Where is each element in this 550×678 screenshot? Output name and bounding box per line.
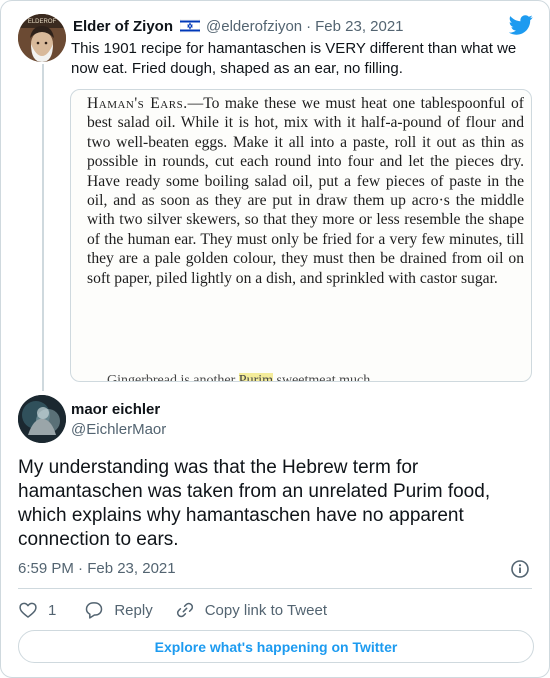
tweet-date[interactable]: Feb 23, 2021 bbox=[315, 18, 403, 35]
reply-label: Reply bbox=[114, 601, 153, 619]
recipe-body: —To make these we must heat one tablespo… bbox=[87, 95, 524, 287]
israel-flag-icon bbox=[179, 18, 201, 34]
info-icon[interactable] bbox=[510, 559, 530, 579]
reply-bubble-icon bbox=[86, 602, 103, 619]
tweet-actions-bar: 1 Reply Copy link to Tweet bbox=[18, 598, 327, 622]
author-handle[interactable]: @elderofziyon bbox=[206, 18, 302, 35]
cutoff-text-after: sweetmeat much bbox=[273, 373, 371, 382]
avatar-logo-text: ELDEROF bbox=[28, 19, 57, 25]
actions-divider bbox=[18, 588, 532, 589]
twitter-bird-icon[interactable] bbox=[508, 14, 533, 36]
reply-timestamp[interactable]: 6:59 PM · Feb 23, 2021 bbox=[18, 560, 176, 577]
reply-button[interactable]: Reply bbox=[84, 600, 153, 620]
recipe-title: Haman's Ears. bbox=[87, 95, 188, 112]
reply-author-handle[interactable]: @EichlerMaor bbox=[71, 421, 166, 438]
like-count: 1 bbox=[48, 601, 57, 619]
like-button[interactable]: 1 bbox=[18, 600, 56, 620]
copy-link-button[interactable]: Copy link to Tweet bbox=[175, 600, 327, 620]
tweet-media-recipe-scan[interactable]: Haman's Ears.—To make these we must heat… bbox=[70, 89, 532, 382]
avatar-maor-eichler[interactable] bbox=[18, 395, 66, 443]
link-icon bbox=[176, 602, 193, 618]
copy-link-label: Copy link to Tweet bbox=[204, 601, 327, 619]
scanned-recipe-text: Haman's Ears.—To make these we must heat… bbox=[87, 94, 524, 288]
reply-author-name[interactable]: maor eichler bbox=[71, 401, 160, 418]
highlighted-purim-word: Purim bbox=[238, 373, 274, 381]
scanned-cutoff-line: Gingerbread is another Purim sweetmeat m… bbox=[107, 373, 527, 382]
cutoff-text-before: Gingerbread is another bbox=[107, 373, 239, 382]
reply-tweet-text: My understanding was that the Hebrew ter… bbox=[18, 457, 491, 550]
avatar-elder-of-ziyon[interactable]: ELDEROF bbox=[18, 14, 66, 62]
embedded-tweet-card: ELDEROF Elder of Ziyon @elderofziyon · F… bbox=[0, 0, 550, 678]
header-separator: · bbox=[306, 17, 312, 35]
author-name[interactable]: Elder of Ziyon bbox=[73, 18, 173, 35]
thread-connector-line bbox=[42, 64, 44, 391]
explore-twitter-button[interactable]: Explore what's happening on Twitter bbox=[18, 630, 534, 663]
heart-icon bbox=[19, 602, 37, 618]
parent-tweet-header: Elder of Ziyon @elderofziyon · Feb 23, 2… bbox=[73, 16, 529, 36]
parent-tweet-text: This 1901 recipe for hamantaschen is VER… bbox=[71, 40, 517, 77]
